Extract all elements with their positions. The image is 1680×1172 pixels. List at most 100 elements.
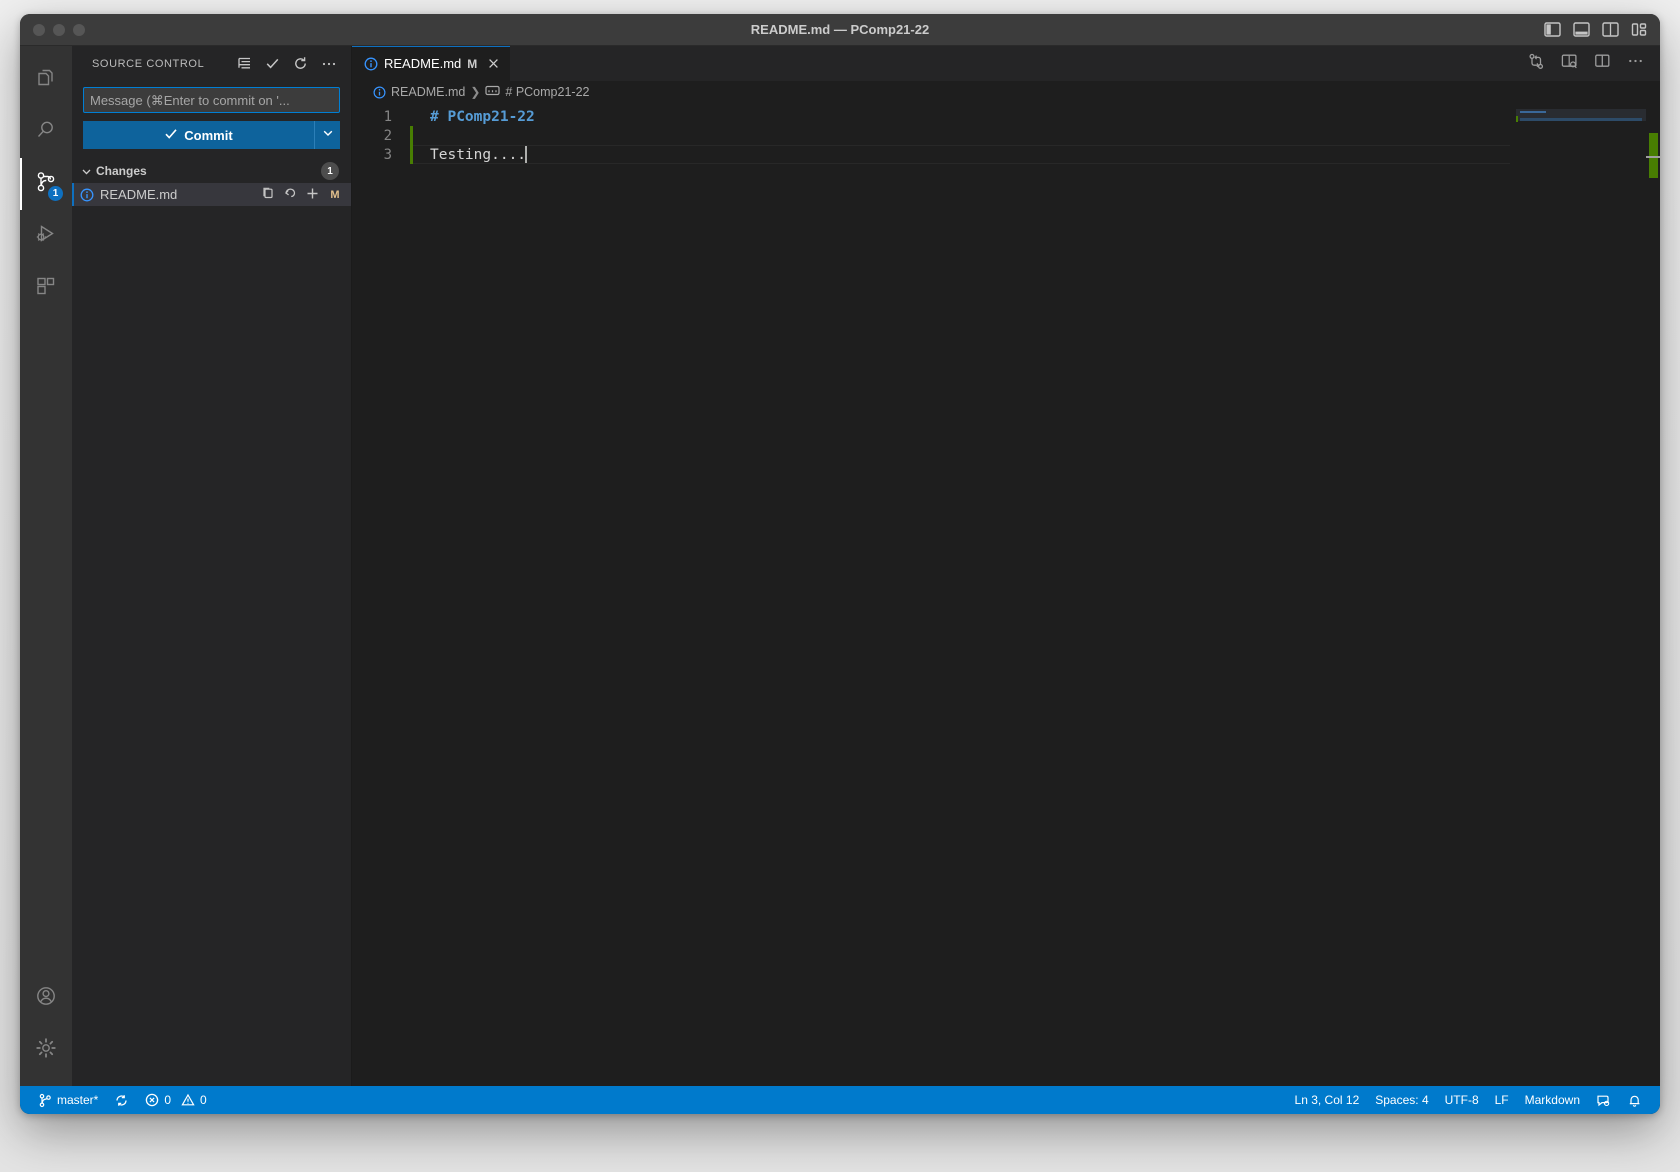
code-line-current: 3 Testing....: [352, 145, 1660, 164]
check-icon[interactable]: [265, 56, 280, 71]
close-button[interactable]: [33, 23, 45, 36]
code-lines: 1 # PComp21-22 2 3 Testing....: [352, 103, 1660, 164]
customize-layout-icon[interactable]: [1631, 22, 1648, 37]
symbol-string-icon: [485, 84, 500, 100]
sidebar-item-extensions[interactable]: [20, 262, 72, 314]
modified-gutter-marker: [410, 126, 413, 145]
code-line: 2: [352, 126, 1660, 145]
tab-dirty-indicator: M: [467, 56, 478, 71]
close-icon[interactable]: [487, 57, 500, 70]
ellipsis-icon[interactable]: [1627, 53, 1644, 74]
breadcrumb-symbol-label: # PComp21-22: [505, 85, 590, 99]
extensions-icon: [33, 273, 59, 304]
status-editor-eol[interactable]: LF: [1487, 1086, 1517, 1114]
status-sync-changes[interactable]: [106, 1086, 137, 1114]
minimize-button[interactable]: [53, 23, 65, 36]
code-line: 1 # PComp21-22: [352, 107, 1660, 126]
zoom-button[interactable]: [73, 23, 85, 36]
sidebar-header: SOURCE CONTROL: [72, 46, 351, 81]
breadcrumb-file-label: README.md: [391, 85, 466, 99]
status-editor-encoding[interactable]: UTF-8: [1437, 1086, 1487, 1114]
split-editor-icon[interactable]: [1594, 53, 1611, 74]
search-icon: [33, 117, 59, 148]
status-warning-count: 0: [200, 1093, 207, 1107]
discard-icon[interactable]: [283, 186, 297, 203]
toggle-secondary-sidebar-icon[interactable]: [1602, 22, 1619, 37]
status-git-branch[interactable]: master*: [30, 1086, 106, 1114]
toggle-primary-sidebar-icon[interactable]: [1544, 22, 1561, 37]
editor-actions: [1512, 46, 1660, 81]
line-number: 3: [383, 146, 392, 163]
status-branch-label: master*: [57, 1093, 99, 1107]
commit-button[interactable]: Commit: [83, 121, 314, 149]
status-editor-indentation[interactable]: Spaces: 4: [1367, 1086, 1436, 1114]
ellipsis-icon[interactable]: [321, 56, 337, 71]
status-editor-position[interactable]: Ln 3, Col 12: [1287, 1086, 1368, 1114]
bell-icon: [1627, 1093, 1642, 1108]
workbench-body: 1 SOURCE CONTROL Message (⌘Enter to comm…: [20, 46, 1660, 1086]
status-bar: master* 0 0 Ln 3, Col 12 Spaces: 4 UTF-8…: [20, 1086, 1660, 1114]
status-problems[interactable]: 0 0: [137, 1086, 214, 1114]
toggle-panel-icon[interactable]: [1573, 22, 1590, 37]
breadcrumb: README.md ❯ # PComp21-22: [352, 81, 1660, 103]
code-editor[interactable]: 1 # PComp21-22 2 3 Testing....: [352, 103, 1660, 1086]
commit-button-label: Commit: [184, 127, 233, 143]
list-icon[interactable]: [237, 56, 252, 71]
status-badge: M: [330, 188, 340, 201]
check-icon: [164, 127, 178, 144]
changes-count-badge: 1: [321, 162, 339, 180]
open-file-icon[interactable]: [261, 186, 275, 203]
changes-section-label: Changes: [96, 164, 147, 178]
sync-icon: [114, 1093, 129, 1108]
line-number: 1: [383, 108, 392, 125]
sidebar-item-search[interactable]: [20, 106, 72, 158]
sidebar-item-run-and-debug[interactable]: [20, 210, 72, 262]
sidebar-header-actions: [237, 56, 345, 71]
layout-controls: [1544, 22, 1648, 37]
changes-section-header[interactable]: Changes 1: [72, 159, 351, 183]
list-item[interactable]: README.md M: [72, 183, 351, 206]
commit-dropdown-button[interactable]: [314, 121, 340, 149]
branch-icon: [38, 1093, 52, 1108]
overview-ruler[interactable]: [1646, 103, 1660, 1086]
warning-icon: [181, 1093, 195, 1107]
minimap[interactable]: [1516, 103, 1646, 1086]
vscode-window: README.md — PComp21-22 1 SOURCE CONTROL …: [20, 14, 1660, 1114]
minimap-line: [1520, 118, 1642, 121]
sidebar-item-explorer[interactable]: [20, 54, 72, 106]
info-icon: [373, 85, 386, 99]
chevron-right-icon: ❯: [470, 85, 481, 99]
source-control-badge: 1: [47, 185, 64, 202]
sidebar-item-source-control[interactable]: 1: [20, 158, 72, 210]
source-control-sidebar: SOURCE CONTROL Message (⌘Enter to commit…: [72, 46, 352, 1086]
manage-settings-button[interactable]: [20, 1024, 72, 1076]
modified-gutter-marker: [410, 145, 413, 164]
desktop-background: README.md — PComp21-22 1 SOURCE CONTROL …: [0, 0, 1680, 1172]
tab-bar-filler: [511, 46, 1512, 81]
tab-label: README.md: [384, 56, 462, 71]
refresh-icon[interactable]: [293, 56, 308, 71]
commit-message-input[interactable]: [83, 87, 340, 113]
commit-message-wrap: [72, 81, 351, 113]
status-send-feedback[interactable]: [1588, 1086, 1619, 1114]
breadcrumb-item-file[interactable]: README.md: [373, 85, 465, 99]
breadcrumb-item-symbol[interactable]: # PComp21-22: [485, 84, 589, 100]
tab-bar: README.md M: [352, 46, 1660, 81]
activity-bar: 1: [20, 46, 72, 1086]
status-error-count: 0: [164, 1093, 172, 1107]
status-editor-language[interactable]: Markdown: [1517, 1086, 1588, 1114]
feedback-icon: [1596, 1093, 1611, 1108]
tab-readme[interactable]: README.md M: [352, 46, 512, 81]
gear-icon: [33, 1035, 59, 1066]
preview-side-icon[interactable]: [1561, 53, 1578, 74]
change-row-actions: M: [261, 186, 342, 204]
plus-icon[interactable]: [305, 186, 320, 204]
compare-changes-icon[interactable]: [1528, 53, 1545, 75]
window-traffic-lights[interactable]: [33, 23, 85, 36]
chevron-down-icon: [80, 165, 93, 178]
current-line-highlight: [410, 145, 1510, 164]
status-notifications[interactable]: [1619, 1086, 1650, 1114]
error-icon: [145, 1093, 159, 1107]
editor-group: README.md M README.md ❯ # PComp21-22 1 #…: [352, 46, 1660, 1086]
accounts-button[interactable]: [20, 972, 72, 1024]
